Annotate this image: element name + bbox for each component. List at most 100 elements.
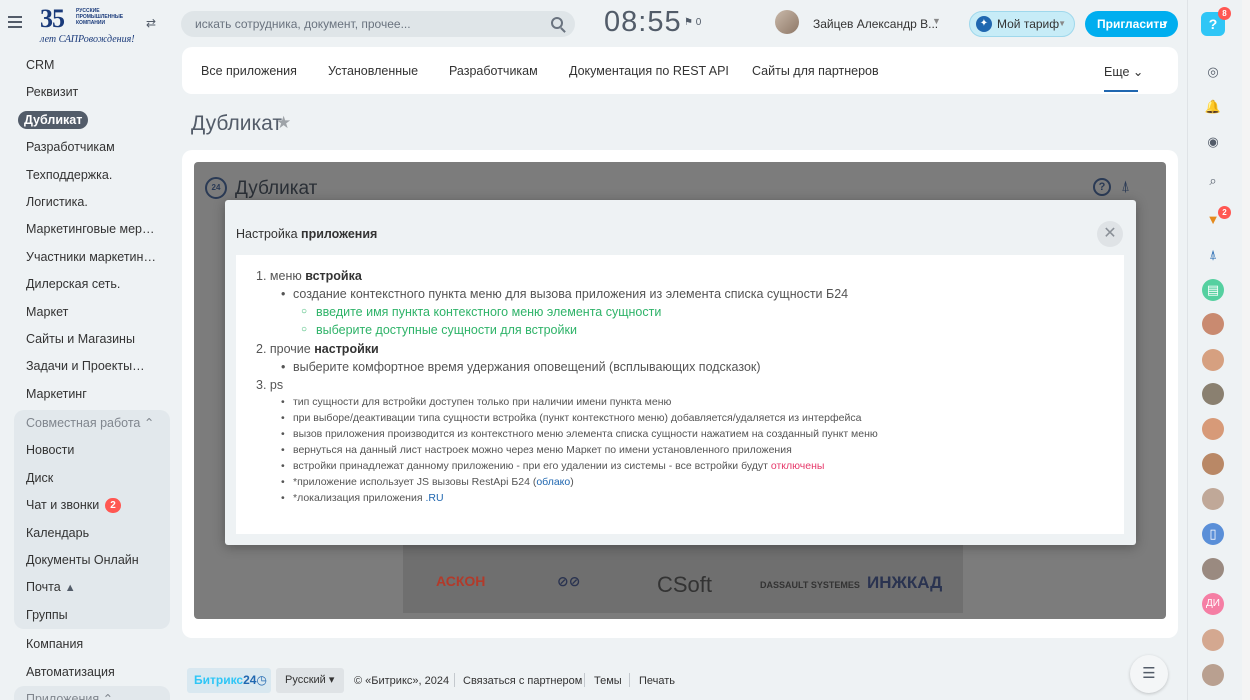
tab-developers[interactable]: Разработчикам [449,64,538,78]
search-icon[interactable]: ⌕ [1202,170,1224,192]
work-day-flag[interactable]: ⚑ 0 [684,17,701,28]
sidebar-item-marketing-participants[interactable]: Участники маркетинговых [14,244,170,271]
sidebar-item-docs-online[interactable]: Документы Онлайн [14,547,170,574]
section-heading: 3. ps [256,378,284,392]
tab-rest-docs[interactable]: Документация по REST API [569,64,729,78]
chat-icon[interactable]: ◉ [1202,131,1224,153]
user-avatar[interactable] [775,10,799,34]
sidebar-item-support[interactable]: Техподдержка. [14,162,170,189]
section-bold: настройки [314,342,379,356]
menu-name-link[interactable]: введите имя пункта контекстного меню эле… [301,305,661,319]
chevron-down-icon[interactable]: ▼ [932,16,941,26]
sidebar-item-groups[interactable]: Группы [14,602,170,629]
sidebar-item-label: Документы Онлайн [26,553,139,568]
sidebar-item-label: Почта [26,580,61,595]
sidebar-item-rekvizit[interactable]: Реквизит [14,79,170,106]
contact-avatar[interactable] [1202,349,1224,371]
swap-icon[interactable]: ⇄ [146,16,156,30]
print-link[interactable]: Печать [639,675,675,687]
right-sidebar: ? 8 ◎ 🔔 ◉ ⌕ ▼ 2 ⍋ ▤ ▯ ДИ [1187,0,1250,700]
sidebar-item-dealers[interactable]: Дилерская сеть. [14,271,170,298]
flag-icon: ⚑ [684,17,693,28]
contact-avatar[interactable] [1202,383,1224,405]
sidebar-item-tasks[interactable]: Задачи и Проекты 18 [14,353,170,380]
sidebar-item-dublikat[interactable]: Дубликат [14,107,170,134]
note-item: вернуться на данный лист настроек можно … [281,444,792,456]
menu-icon[interactable] [8,16,22,28]
section-heading: 1. меню встройка [256,269,362,283]
sidebar-item-company[interactable]: Компания [14,631,170,658]
sidebar-item-automation[interactable]: Автоматизация [14,659,170,686]
contact-initials-avatar[interactable]: ДИ [1202,593,1224,615]
sidebar-group-header[interactable]: Совместная работа ⌃ [14,410,170,437]
notification-time-link[interactable]: выберите комфортное время удержания опов… [281,360,761,374]
section-bold: встройка [305,269,362,283]
document-icon[interactable]: ▯ [1202,523,1224,545]
tab-installed[interactable]: Установленные [328,64,418,78]
contact-avatar[interactable] [1202,488,1224,510]
app-title: Дубликат [235,178,318,199]
ru-link[interactable]: .RU [425,492,443,504]
sidebar-item-news[interactable]: Новости [14,437,170,464]
contact-avatar[interactable] [1202,418,1224,440]
brand-text: Битрикс [194,673,244,687]
company-logo[interactable]: 35 РУССКИЕ ПРОМЫШЛЕННЫЕ КОМПАНИИ лет САП… [36,4,135,46]
sidebar-item-label: Маркетинг [26,386,87,401]
bitrix24-brand[interactable]: Битрикс24◷ [187,668,271,693]
sidebar-item-crm[interactable]: CRM [14,52,170,79]
search-input[interactable] [181,11,531,37]
inzhkad-logo: ИНЖКАД [867,573,943,592]
disabled-link[interactable]: отключены [771,460,825,472]
brand-icon[interactable]: ⍋ [1202,244,1224,266]
chevron-down-icon: ▾ [328,674,335,686]
ascon-logo: АСКОН [436,573,486,589]
themes-link[interactable]: Темы [594,675,622,687]
scrollbar[interactable] [1242,0,1250,700]
user-name[interactable]: Зайцев Александр В... [813,17,938,31]
star-icon[interactable]: ★ [276,113,291,133]
contact-partner-link[interactable]: Связаться с партнером [463,675,582,687]
sidebar-item-developers[interactable]: Разработчикам [14,134,170,161]
note-item: *локализация приложения .RU [281,492,444,504]
sidebar-item-chat[interactable]: Чат и звонки 2 [14,492,170,519]
entities-link[interactable]: выберите доступные сущности для встройки [301,323,577,337]
contacts-icon[interactable]: ▤ [1202,279,1224,301]
search-bar [181,11,575,37]
contact-avatar[interactable] [1202,558,1224,580]
search-icon[interactable] [551,17,563,29]
sidebar-item-mail[interactable]: Почта ▲ [14,574,170,601]
close-icon[interactable]: ✕ [1097,221,1123,247]
bell-icon[interactable]: 🔔 [1202,96,1224,118]
contact-avatar[interactable] [1202,453,1224,475]
my-tariff-button[interactable]: ✦ Мой тариф ▼ [969,11,1075,37]
sidebar-item-marketing-events[interactable]: Маркетинговые мероприятия [14,216,170,243]
tab-partner-sites[interactable]: Сайты для партнеров [752,64,879,78]
contact-avatar[interactable] [1202,313,1224,335]
flag-count: 0 [695,17,702,28]
contact-avatar[interactable] [1202,629,1224,651]
sidebar-item-calendar[interactable]: Календарь [14,520,170,547]
list-icon[interactable]: ☰ [1130,655,1168,693]
sidebar-item-sites[interactable]: Сайты и Магазины [14,326,170,353]
clock[interactable]: 08:55 [604,6,682,39]
logo-motto: лет САПРовождения! [40,34,135,45]
sidebar-item-logistics[interactable]: Логистика. [14,189,170,216]
tab-all-apps[interactable]: Все приложения [201,64,297,78]
sidebar-item-disk[interactable]: Диск [14,465,170,492]
sidebar-item-marketing[interactable]: Маркетинг [14,381,170,408]
sidebar-item-market[interactable]: Маркет [14,299,170,326]
cloud-link[interactable]: облако [536,476,570,488]
brand-icon[interactable]: ⍋ [1121,178,1130,195]
sidebar-item-label: Компания [26,637,84,652]
language-select[interactable]: Русский ▾ [276,668,344,693]
divider [454,673,455,687]
tab-more[interactable]: Еще ⌄ [1104,64,1143,79]
sidebar-item-label: Разработчикам [26,140,115,155]
help-icon[interactable]: ? [1093,178,1111,196]
invite-button[interactable]: Пригласить ▼ [1085,11,1178,37]
sidebar-group-apps-header[interactable]: Приложения ⌃ [14,685,170,700]
copyright: © «Битрикс», 2024 [354,675,450,687]
copilot-icon[interactable]: ◎ [1202,61,1224,83]
bitrix24-logo-icon: 24 [205,177,227,199]
contact-avatar[interactable] [1202,664,1224,686]
